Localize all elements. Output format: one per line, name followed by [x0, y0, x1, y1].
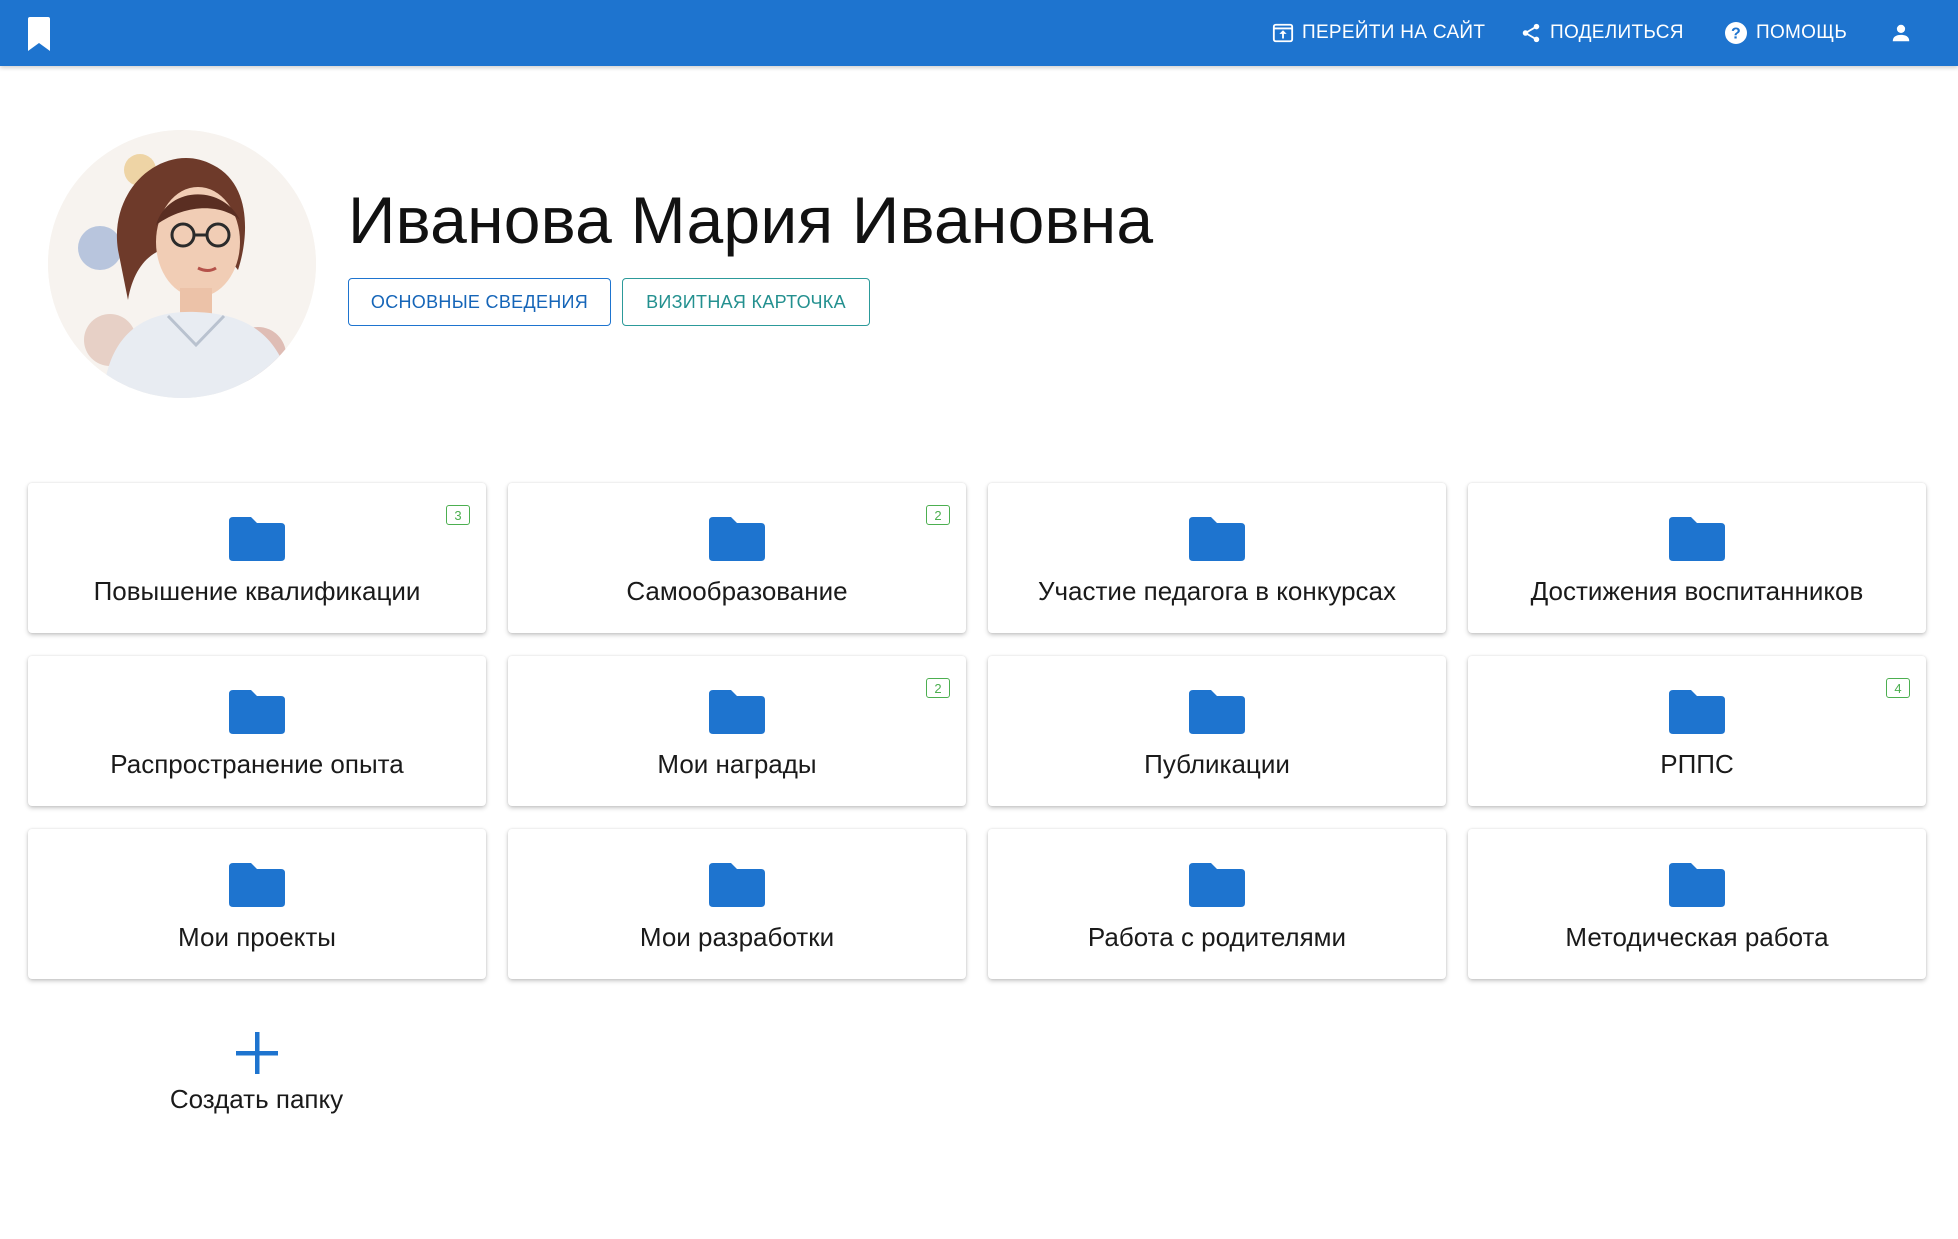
count-badge: 2	[926, 505, 950, 525]
folder-tile[interactable]: РППС 4	[1468, 656, 1926, 806]
folder-label: Участие педагога в конкурсах	[1037, 576, 1397, 606]
folder-icon	[1189, 690, 1245, 734]
folder-icon	[229, 863, 285, 907]
plus-icon	[235, 1032, 278, 1074]
folder-tile[interactable]: Самообразование 2	[508, 483, 966, 633]
folder-label: Самообразование	[626, 576, 848, 606]
go-to-site-button[interactable]: ПЕРЕЙТИ НА САЙТ	[1272, 0, 1485, 66]
folder-icon	[1189, 517, 1245, 561]
folder-label: Работа с родителями	[1087, 922, 1347, 952]
help-button[interactable]: ? ПОМОЩЬ	[1724, 0, 1847, 66]
folder-label: РППС	[1660, 749, 1734, 779]
folder-icon	[709, 690, 765, 734]
folder-icon	[1669, 517, 1725, 561]
folder-tile[interactable]: Работа с родителями	[988, 829, 1446, 979]
bookmark-icon[interactable]	[28, 17, 50, 51]
folder-label: Методическая работа	[1565, 922, 1829, 952]
top-app-bar: ПЕРЕЙТИ НА САЙТ ПОДЕЛИТЬСЯ ? ПОМОЩЬ	[0, 0, 1958, 66]
folder-label: Мои разработки	[639, 922, 835, 952]
folder-label: Мои награды	[657, 749, 817, 779]
folder-tile[interactable]: Повышение квалификации 3	[28, 483, 486, 633]
folder-label: Достижения воспитанников	[1530, 576, 1864, 606]
account-icon	[1892, 24, 1910, 42]
folder-icon	[709, 517, 765, 561]
share-label: ПОДЕЛИТЬСЯ	[1550, 22, 1684, 43]
go-to-site-label: ПЕРЕЙТИ НА САЙТ	[1302, 22, 1486, 43]
share-button[interactable]: ПОДЕЛИТЬСЯ	[1520, 0, 1684, 66]
avatar	[48, 130, 316, 398]
folder-tile[interactable]: Публикации	[988, 656, 1446, 806]
share-icon	[1522, 23, 1540, 43]
folder-label: Публикации	[1144, 749, 1290, 779]
folder-tile[interactable]: Достижения воспитанников	[1468, 483, 1926, 633]
main-info-button[interactable]: ОСНОВНЫЕ СВЕДЕНИЯ	[348, 278, 611, 326]
account-button[interactable]	[1890, 0, 1912, 66]
create-folder-label: Создать папку	[169, 1084, 344, 1114]
folder-tile[interactable]: Мои награды 2	[508, 656, 966, 806]
profile-name: Иванова Мария Ивановна	[348, 183, 1154, 257]
count-badge: 4	[1886, 678, 1910, 698]
folder-label: Повышение квалификации	[93, 576, 421, 606]
folder-tile[interactable]: Мои проекты	[28, 829, 486, 979]
folder-icon	[1669, 863, 1725, 907]
folder-icon	[229, 517, 285, 561]
business-card-button[interactable]: ВИЗИТНАЯ КАРТОЧКА	[622, 278, 870, 326]
help-circle-icon: ?	[1725, 22, 1747, 44]
folder-tile[interactable]: Мои разработки	[508, 829, 966, 979]
open-in-browser-icon	[1272, 23, 1294, 43]
folder-label: Распространение опыта	[110, 749, 404, 779]
folder-tile[interactable]: Методическая работа	[1468, 829, 1926, 979]
create-folder-button[interactable]: Создать папку	[140, 1032, 373, 1115]
folder-tile[interactable]: Участие педагога в конкурсах	[988, 483, 1446, 633]
folder-icon	[1669, 690, 1725, 734]
svg-text:?: ?	[1731, 26, 1741, 43]
count-badge: 3	[446, 505, 470, 525]
help-label: ПОМОЩЬ	[1756, 22, 1848, 43]
count-badge: 2	[926, 678, 950, 698]
folder-icon	[1189, 863, 1245, 907]
folder-label: Мои проекты	[178, 922, 336, 952]
folder-icon	[709, 863, 765, 907]
folder-icon	[229, 690, 285, 734]
folder-tile[interactable]: Распространение опыта	[28, 656, 486, 806]
